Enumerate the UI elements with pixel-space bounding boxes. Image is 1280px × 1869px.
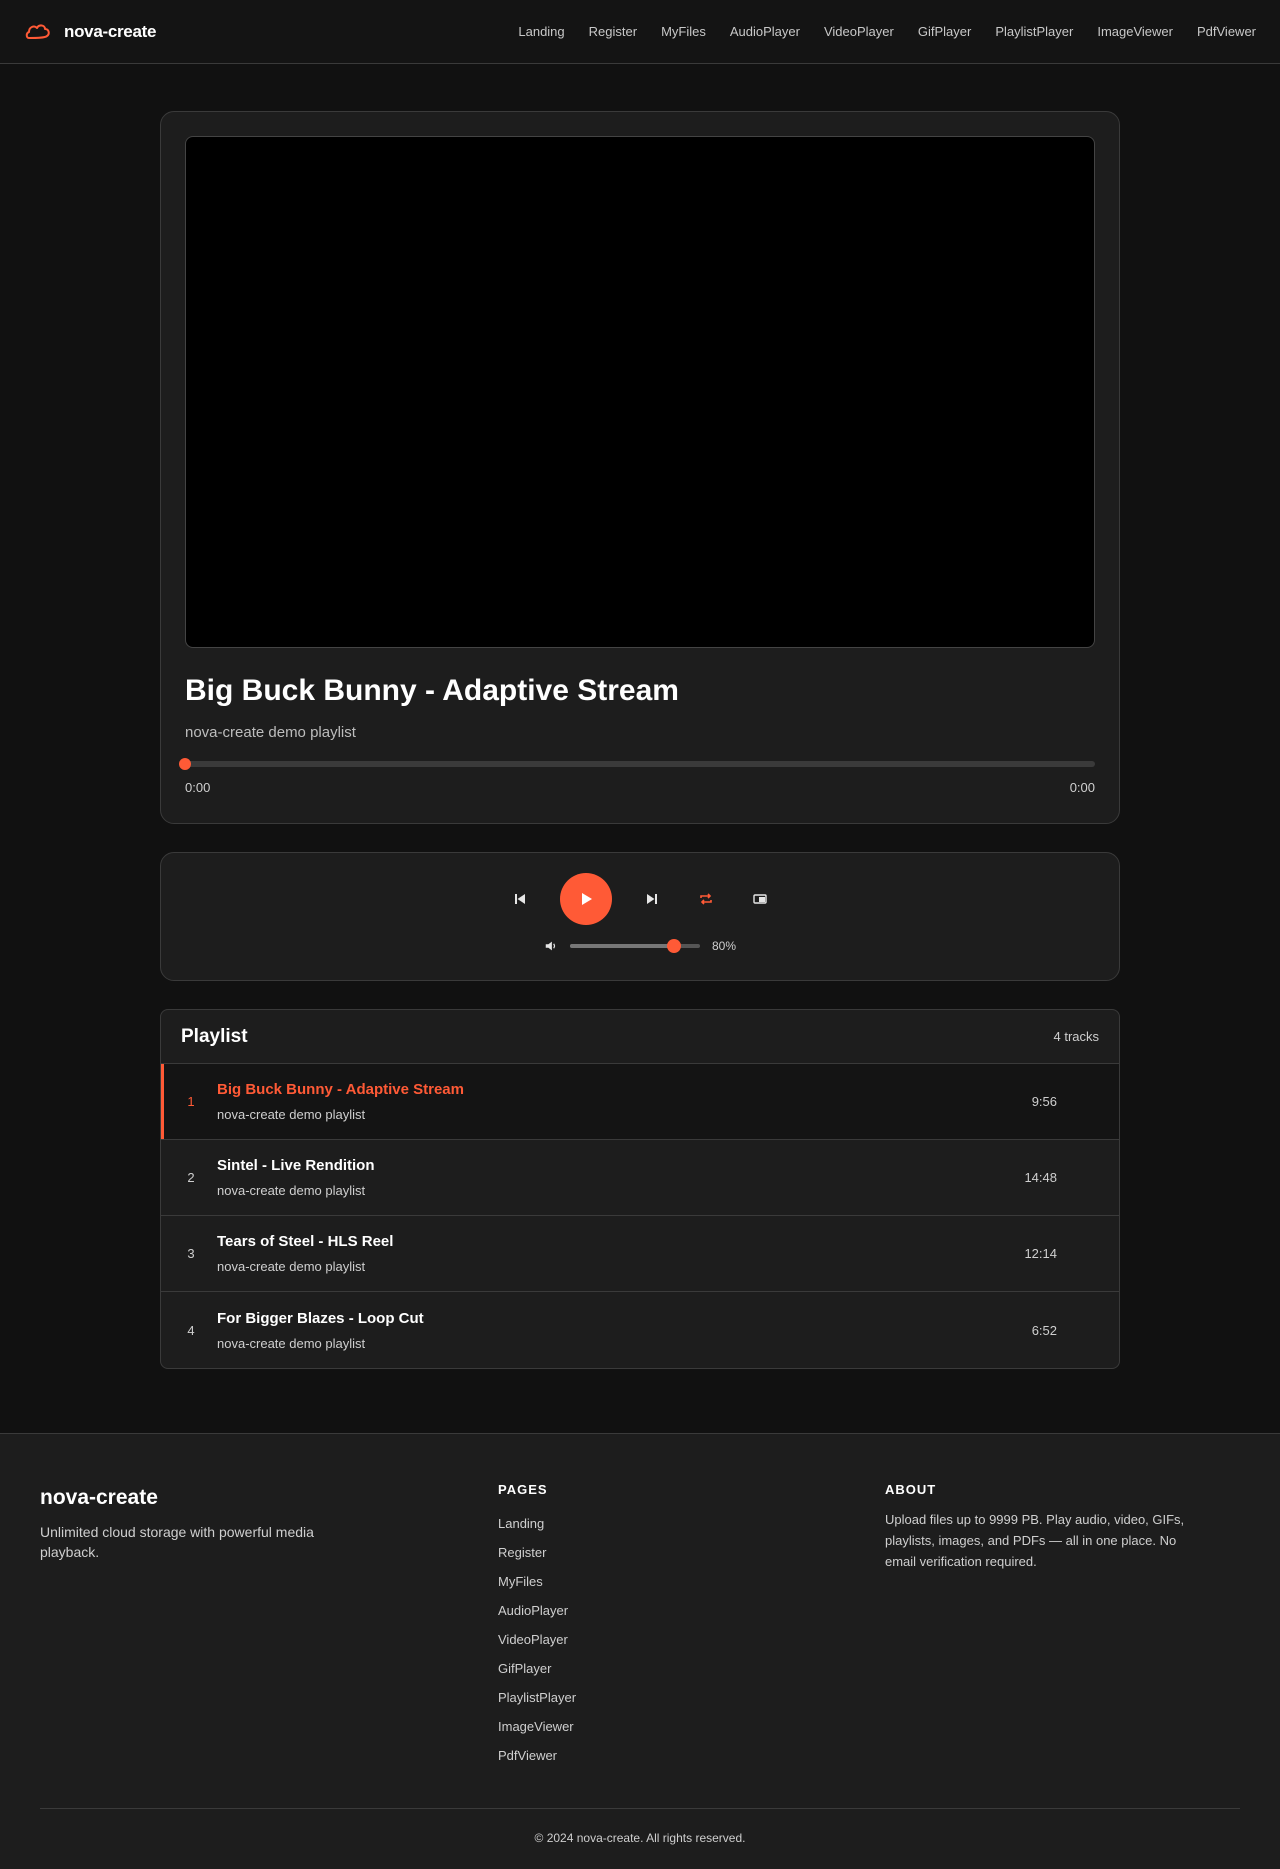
main-content: Big Buck Bunny - Adaptive Stream nova-cr… <box>160 111 1120 1369</box>
footer-link-videoplayer[interactable]: VideoPlayer <box>498 1625 885 1654</box>
volume-fill <box>569 944 674 948</box>
footer-brand: nova-create Unlimited cloud storage with… <box>40 1482 498 1770</box>
playlist-header: Playlist 4 tracks <box>161 1010 1119 1064</box>
track-name: Big Buck Bunny - Adaptive Stream <box>217 1081 464 1098</box>
track-name: Sintel - Live Rendition <box>217 1157 375 1174</box>
nav-link-videoplayer[interactable]: VideoPlayer <box>824 24 894 39</box>
pip-button[interactable] <box>746 885 774 913</box>
playlist-item[interactable]: 4 For Bigger Blazes - Loop Cut nova-crea… <box>161 1292 1119 1368</box>
footer-link-pdfviewer[interactable]: PdfViewer <box>498 1741 885 1770</box>
repeat-button[interactable] <box>692 885 720 913</box>
footer-divider <box>40 1808 1240 1809</box>
transport-controls <box>161 873 1119 925</box>
site-footer: nova-create Unlimited cloud storage with… <box>0 1433 1280 1869</box>
nav-link-gifplayer[interactable]: GifPlayer <box>918 24 971 39</box>
track-duration: 6:52 <box>1031 1322 1057 1338</box>
main-nav: Landing Register MyFiles AudioPlayer Vid… <box>518 24 1256 39</box>
video-surface[interactable] <box>185 136 1095 648</box>
skip-previous-icon <box>515 894 525 904</box>
footer-link-gifplayer[interactable]: GifPlayer <box>498 1654 885 1683</box>
track-number: 1 <box>187 1094 195 1109</box>
playlist-item[interactable]: 2 Sintel - Live Rendition nova-create de… <box>161 1140 1119 1216</box>
track-info: Sintel - Live Rendition nova-create demo… <box>217 1157 957 1198</box>
nav-link-myfiles[interactable]: MyFiles <box>661 24 706 39</box>
footer-brand-name: nova-create <box>40 1486 158 1509</box>
nav-link-imageviewer[interactable]: ImageViewer <box>1097 24 1173 39</box>
footer-link-landing[interactable]: Landing <box>498 1509 885 1538</box>
footer-columns: nova-create Unlimited cloud storage with… <box>40 1482 1240 1770</box>
track-count: 4 tracks <box>1053 1029 1099 1044</box>
track-duration: 14:48 <box>1024 1170 1057 1185</box>
track-info: For Bigger Blazes - Loop Cut nova-create… <box>217 1310 957 1351</box>
footer-tagline: Unlimited cloud storage with powerful me… <box>40 1524 314 1560</box>
playlist-item[interactable]: 1 Big Buck Bunny - Adaptive Stream nova-… <box>161 1064 1119 1140</box>
track-artist: nova-create demo playlist <box>217 1335 366 1351</box>
track-number: 4 <box>187 1322 195 1338</box>
playlist-panel: Playlist 4 tracks 1 Big Buck Bunny - Ada… <box>160 1009 1120 1369</box>
footer-link-playlistplayer[interactable]: PlaylistPlayer <box>498 1683 885 1712</box>
now-playing-title: Big Buck Bunny - Adaptive Stream <box>185 674 679 707</box>
footer-link-register[interactable]: Register <box>498 1538 885 1567</box>
volume-row: 80% <box>161 939 1119 953</box>
track-artist: nova-create demo playlist <box>217 1183 366 1198</box>
track-artist: nova-create demo playlist <box>217 1107 366 1122</box>
previous-button[interactable] <box>506 885 534 913</box>
play-button[interactable] <box>560 873 612 925</box>
footer-link-imageviewer[interactable]: ImageViewer <box>498 1712 885 1741</box>
footer-about-heading: ABOUT <box>885 1482 937 1497</box>
playlist-item[interactable]: 3 Tears of Steel - HLS Reel nova-create … <box>161 1216 1119 1292</box>
volume-icon[interactable] <box>544 939 558 953</box>
track-number: 3 <box>187 1246 195 1261</box>
copyright: © 2024 nova-create. All rights reserved. <box>534 1831 746 1845</box>
nav-link-pdfviewer[interactable]: PdfViewer <box>1197 24 1256 39</box>
repeat-icon <box>700 893 712 905</box>
nav-link-playlistplayer[interactable]: PlaylistPlayer <box>995 24 1073 39</box>
progress-handle[interactable] <box>179 758 191 770</box>
track-duration: 12:14 <box>1024 1246 1057 1261</box>
track-number: 2 <box>187 1170 195 1185</box>
track-artist: nova-create demo playlist <box>217 1259 366 1274</box>
player-card: Big Buck Bunny - Adaptive Stream nova-cr… <box>160 111 1120 824</box>
skip-next-icon <box>647 894 657 904</box>
volume-slider[interactable] <box>569 939 700 953</box>
track-duration: 9:56 <box>1031 1094 1057 1109</box>
footer-link-audioplayer[interactable]: AudioPlayer <box>498 1596 885 1625</box>
playlist-title: Playlist <box>181 1025 248 1047</box>
nav-link-landing[interactable]: Landing <box>518 24 564 39</box>
track-name: For Bigger Blazes - Loop Cut <box>217 1309 424 1327</box>
shuffle-icon <box>753 894 767 904</box>
track-info: Tears of Steel - HLS Reel nova-create de… <box>217 1233 957 1274</box>
controls-card: 80% <box>160 852 1120 981</box>
footer-link-myfiles[interactable]: MyFiles <box>498 1567 885 1596</box>
logo[interactable]: nova-create <box>24 21 156 43</box>
nav-link-audioplayer[interactable]: AudioPlayer <box>730 24 800 39</box>
track-info: Big Buck Bunny - Adaptive Stream nova-cr… <box>217 1081 957 1122</box>
current-time: 0:00 <box>185 780 211 795</box>
time-readout: 0:00 0:00 <box>185 780 1095 795</box>
progress-bar[interactable] <box>179 758 1095 770</box>
now-playing-subtitle: nova-create demo playlist <box>185 724 356 741</box>
track-name: Tears of Steel - HLS Reel <box>217 1233 394 1250</box>
footer-page-links: Landing Register MyFiles AudioPlayer Vid… <box>498 1509 885 1770</box>
nav-link-register[interactable]: Register <box>589 24 637 39</box>
volume-handle[interactable] <box>666 939 681 953</box>
play-icon <box>582 893 592 905</box>
top-header: nova-create Landing Register MyFiles Aud… <box>0 0 1280 64</box>
footer-pages-heading: PAGES <box>498 1482 548 1497</box>
logo-text: nova-create <box>64 21 157 41</box>
total-time: 0:00 <box>1069 780 1095 795</box>
footer-about-text: Upload files up to 9999 PB. Play audio, … <box>885 1512 1185 1569</box>
next-button[interactable] <box>638 885 666 913</box>
footer-about: ABOUT Upload files up to 9999 PB. Play a… <box>885 1482 1195 1770</box>
cloud-logo-icon <box>25 24 50 39</box>
volume-percent: 80% <box>711 939 737 953</box>
footer-pages: PAGES Landing Register MyFiles AudioPlay… <box>498 1482 885 1770</box>
